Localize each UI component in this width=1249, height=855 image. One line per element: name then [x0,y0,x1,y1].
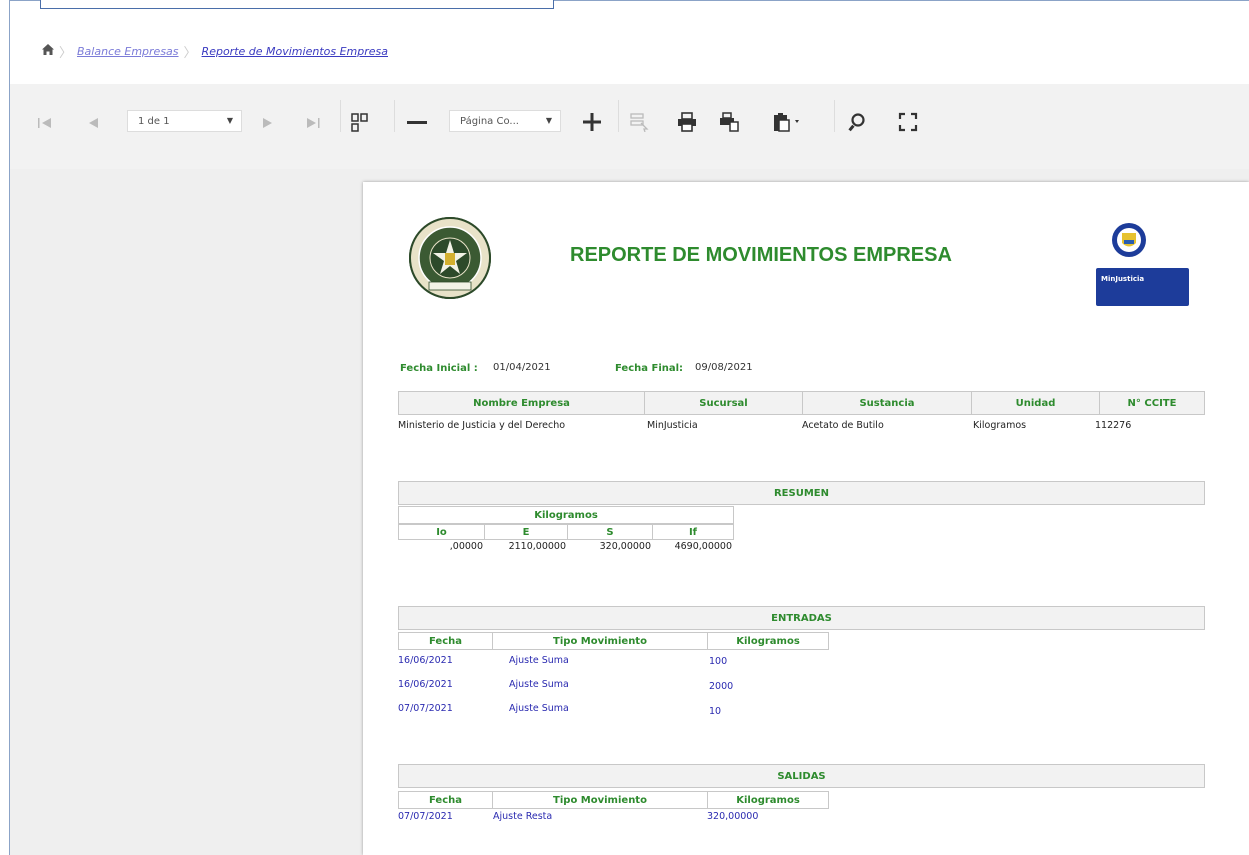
last-page-icon [307,118,320,128]
breadcrumb-balance-empresas[interactable]: Balance Empresas [77,45,179,58]
resumen-unit-header: Kilogramos [398,506,734,524]
salida-kg: 320,00000 [707,811,759,822]
salidas-header-fecha: Fecha [398,791,493,809]
col-header-unidad: Unidad [971,391,1100,415]
company-ccite: 112276 [1095,420,1132,431]
company-sucursal: MinJusticia [647,420,698,431]
company-sustancia: Acetato de Butilo [802,420,884,431]
fecha-inicial-value: 01/04/2021 [493,362,551,373]
export-icon [774,113,799,132]
top-input-box[interactable] [40,0,554,9]
fullscreen-button[interactable] [896,110,920,134]
entradas-title: ENTRADAS [398,606,1205,630]
col-header-nombre-empresa: Nombre Empresa [398,391,645,415]
col-header-ccite: N° CCITE [1099,391,1205,415]
company-unidad: Kilogramos [973,420,1027,431]
entrada-fecha: 07/07/2021 [398,703,453,714]
fecha-final-value: 09/08/2021 [695,362,753,373]
print-page-button[interactable] [717,110,741,134]
breadcrumb: 〉 Balance Empresas 〉 Reporte de Movimien… [42,42,388,61]
breadcrumb-separator: 〉 [183,45,197,61]
report-page: REPORTE DE MOVIMIENTOS EMPRESA MinJustic… [363,182,1249,855]
next-page-button[interactable] [257,112,279,134]
col-header-sucursal: Sucursal [644,391,803,415]
resumen-title: RESUMEN [398,481,1205,505]
chevron-down-icon: ▼ [226,116,233,125]
resumen-header-if: If [652,524,734,540]
resumen-value-if: 4690,00000 [674,541,732,552]
printer-icon [678,112,696,132]
multipage-button[interactable] [348,110,372,134]
minjusticia-logo-text: MinJusticia [1101,275,1145,283]
last-page-button[interactable] [302,112,324,134]
salidas-title: SALIDAS [398,764,1205,788]
salidas-header-tipo: Tipo Movimiento [492,791,708,809]
page-select[interactable]: 1 de 1 ▼ [127,110,242,132]
next-page-icon [263,118,272,128]
col-header-sustancia: Sustancia [802,391,972,415]
entrada-tipo: Ajuste Suma [509,703,569,714]
resumen-header-e: E [484,524,568,540]
prev-page-icon [89,118,98,128]
select-tool-button[interactable] [627,110,651,134]
resumen-value-e: 2110,00000 [508,541,566,552]
minjusticia-logo: MinJusticia [1095,220,1190,312]
first-page-button[interactable] [34,112,56,134]
multipage-icon [351,113,368,132]
zoom-in-button[interactable] [580,110,604,134]
toolbar-divider [834,100,835,132]
export-button[interactable] [770,110,804,134]
search-icon [848,113,865,132]
entrada-kg: 100 [709,656,728,667]
toolbar-divider [618,100,619,132]
zoom-select-value: Página Co... [460,115,519,127]
zoom-out-button[interactable] [403,110,431,134]
police-emblem-logo [409,217,491,299]
prev-page-button[interactable] [82,112,104,134]
zoom-select[interactable]: Página Co... ▼ [449,110,561,132]
breadcrumb-reporte-movimientos[interactable]: Reporte de Movimientos Empresa [202,45,388,58]
fullscreen-icon [898,112,918,132]
select-tool-icon [630,113,649,132]
toolbar-divider [340,100,341,132]
resumen-value-io: ,00000 [449,541,483,552]
minus-icon [407,121,427,124]
resumen-value-s: 320,00000 [599,541,651,552]
page-select-value: 1 de 1 [138,115,170,127]
entrada-kg: 10 [709,706,722,717]
print-button[interactable] [675,110,699,134]
plus-icon [583,113,601,131]
salidas-header-kg: Kilogramos [707,791,829,809]
entrada-fecha: 16/06/2021 [398,655,453,666]
entradas-header-tipo: Tipo Movimiento [492,632,708,650]
entrada-kg: 2000 [709,681,734,692]
entrada-tipo: Ajuste Suma [509,655,569,666]
home-icon[interactable] [42,44,54,58]
salida-fecha: 07/07/2021 [398,811,453,822]
salida-tipo: Ajuste Resta [493,811,553,822]
first-page-icon [38,118,51,128]
search-button[interactable] [845,110,869,134]
chevron-down-icon: ▼ [545,116,552,125]
fecha-final-label: Fecha Final: [615,363,684,374]
resumen-header-io: Io [398,524,485,540]
entradas-header-kg: Kilogramos [707,632,829,650]
fecha-inicial-label: Fecha Inicial : [400,363,478,374]
resumen-header-s: S [567,524,653,540]
toolbar-divider [394,100,395,132]
breadcrumb-separator: 〉 [59,45,73,61]
company-nombre: Ministerio de Justicia y del Derecho [398,420,566,431]
entrada-fecha: 16/06/2021 [398,679,453,690]
entradas-header-fecha: Fecha [398,632,493,650]
print-page-icon [720,112,739,132]
report-title: REPORTE DE MOVIMIENTOS EMPRESA [570,244,952,266]
entrada-tipo: Ajuste Suma [509,679,569,690]
